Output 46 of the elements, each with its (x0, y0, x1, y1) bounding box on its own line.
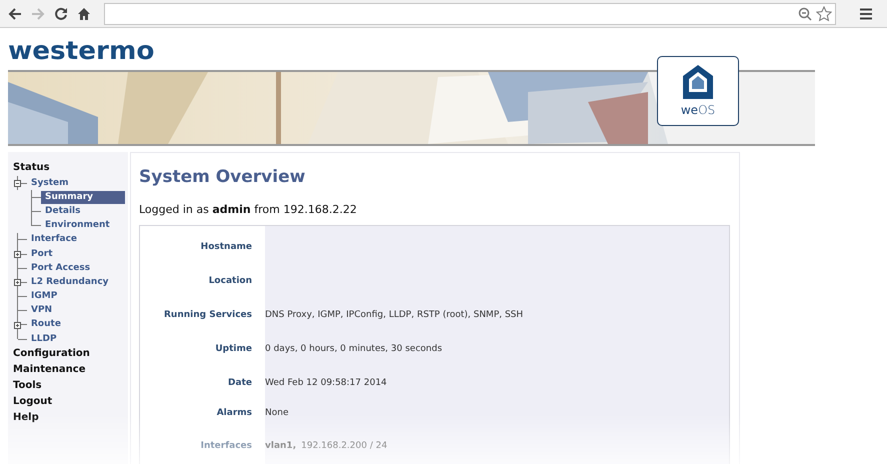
nav-section[interactable]: Configuration (13, 346, 90, 362)
field-value: 192.168.2.200 / 24 (301, 441, 388, 451)
house-icon (683, 65, 713, 99)
os-name: weOS (680, 103, 716, 117)
reload-icon[interactable] (54, 6, 68, 20)
nav-item[interactable]: IGMP (27, 290, 62, 304)
menu-icon[interactable] (859, 8, 873, 20)
field-label: Uptime (215, 344, 252, 354)
nav-section[interactable]: Tools (13, 378, 42, 394)
expand-icon[interactable] (14, 250, 21, 258)
nav-item[interactable]: LLDP (27, 332, 61, 346)
expand-icon[interactable] (14, 279, 21, 286)
field-label: Running Services (164, 310, 252, 320)
login-info: Logged in as admin from 192.168.2.22 (139, 203, 358, 216)
field-value: Wed Feb 12 09:58:17 2014 (265, 378, 387, 388)
field-value: 0 days, 0 hours, 0 minutes, 30 seconds (265, 344, 442, 354)
nav-item[interactable]: L2 Redundancy (27, 276, 113, 289)
collapse-icon[interactable] (14, 180, 21, 187)
nav-item[interactable]: System (27, 176, 72, 190)
nav-section[interactable]: Logout (13, 394, 52, 410)
expand-icon[interactable] (14, 322, 21, 329)
nav-item[interactable]: Port Access (27, 262, 94, 275)
field-label: Alarms (216, 408, 252, 418)
nav-section[interactable]: Status (13, 160, 50, 176)
field-label: Location (208, 276, 252, 286)
company-logo: westermo (8, 38, 154, 64)
star-icon[interactable] (816, 6, 832, 22)
field-value: None (265, 408, 288, 418)
field-label: Hostname (200, 242, 252, 252)
field-label: Interfaces (200, 441, 252, 451)
nav-section[interactable]: Maintenance (13, 362, 86, 378)
nav-item[interactable]: Port (27, 248, 57, 261)
nav-item[interactable]: Details (41, 204, 84, 218)
nav-item[interactable]: Route (27, 318, 65, 332)
interface-name: vlan1, (265, 441, 296, 451)
field-label: Date (228, 378, 252, 388)
page-title: System Overview (139, 167, 306, 187)
nav-item[interactable]: Environment (41, 219, 114, 232)
nav-item[interactable]: VPN (27, 304, 56, 318)
zoom-icon[interactable] (798, 6, 812, 20)
back-icon[interactable] (8, 6, 22, 20)
home-icon[interactable] (77, 6, 91, 20)
nav-item[interactable]: Interface (27, 233, 82, 246)
field-value: DNS Proxy, IGMP, IPConfig, LLDP, RSTP (root), SNMP, SSH (265, 310, 524, 320)
nav-section[interactable]: Help (13, 410, 39, 426)
nav-item[interactable]: Summary (41, 190, 125, 204)
